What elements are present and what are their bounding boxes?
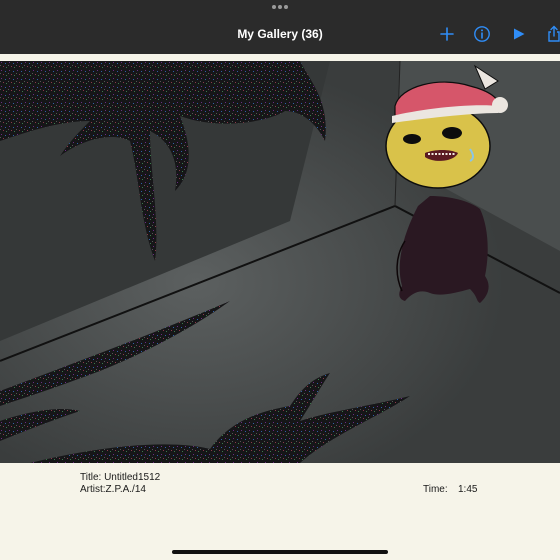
share-icon xyxy=(548,25,560,42)
info-button[interactable] xyxy=(470,22,494,46)
artwork-canvas[interactable] xyxy=(0,61,560,463)
artwork-title: Title: Untitled1512 xyxy=(80,472,161,483)
artwork-illustration xyxy=(0,61,560,463)
separator xyxy=(0,54,560,61)
play-icon xyxy=(514,28,525,40)
play-button[interactable] xyxy=(507,22,531,46)
navigation-bar: My Gallery (36) xyxy=(0,0,560,54)
home-indicator[interactable] xyxy=(172,550,388,554)
add-button[interactable] xyxy=(435,22,459,46)
time-label: Time: xyxy=(423,484,448,495)
time-value: 1:45 xyxy=(458,484,478,495)
share-button[interactable] xyxy=(542,22,560,46)
artwork-artist: Artist:Z.P.A./14 xyxy=(80,484,146,495)
plus-icon xyxy=(440,27,454,41)
info-circle-icon xyxy=(474,26,490,42)
artwork-details-panel: Title: Untitled1512 Artist:Z.P.A./14 Tim… xyxy=(0,463,560,560)
